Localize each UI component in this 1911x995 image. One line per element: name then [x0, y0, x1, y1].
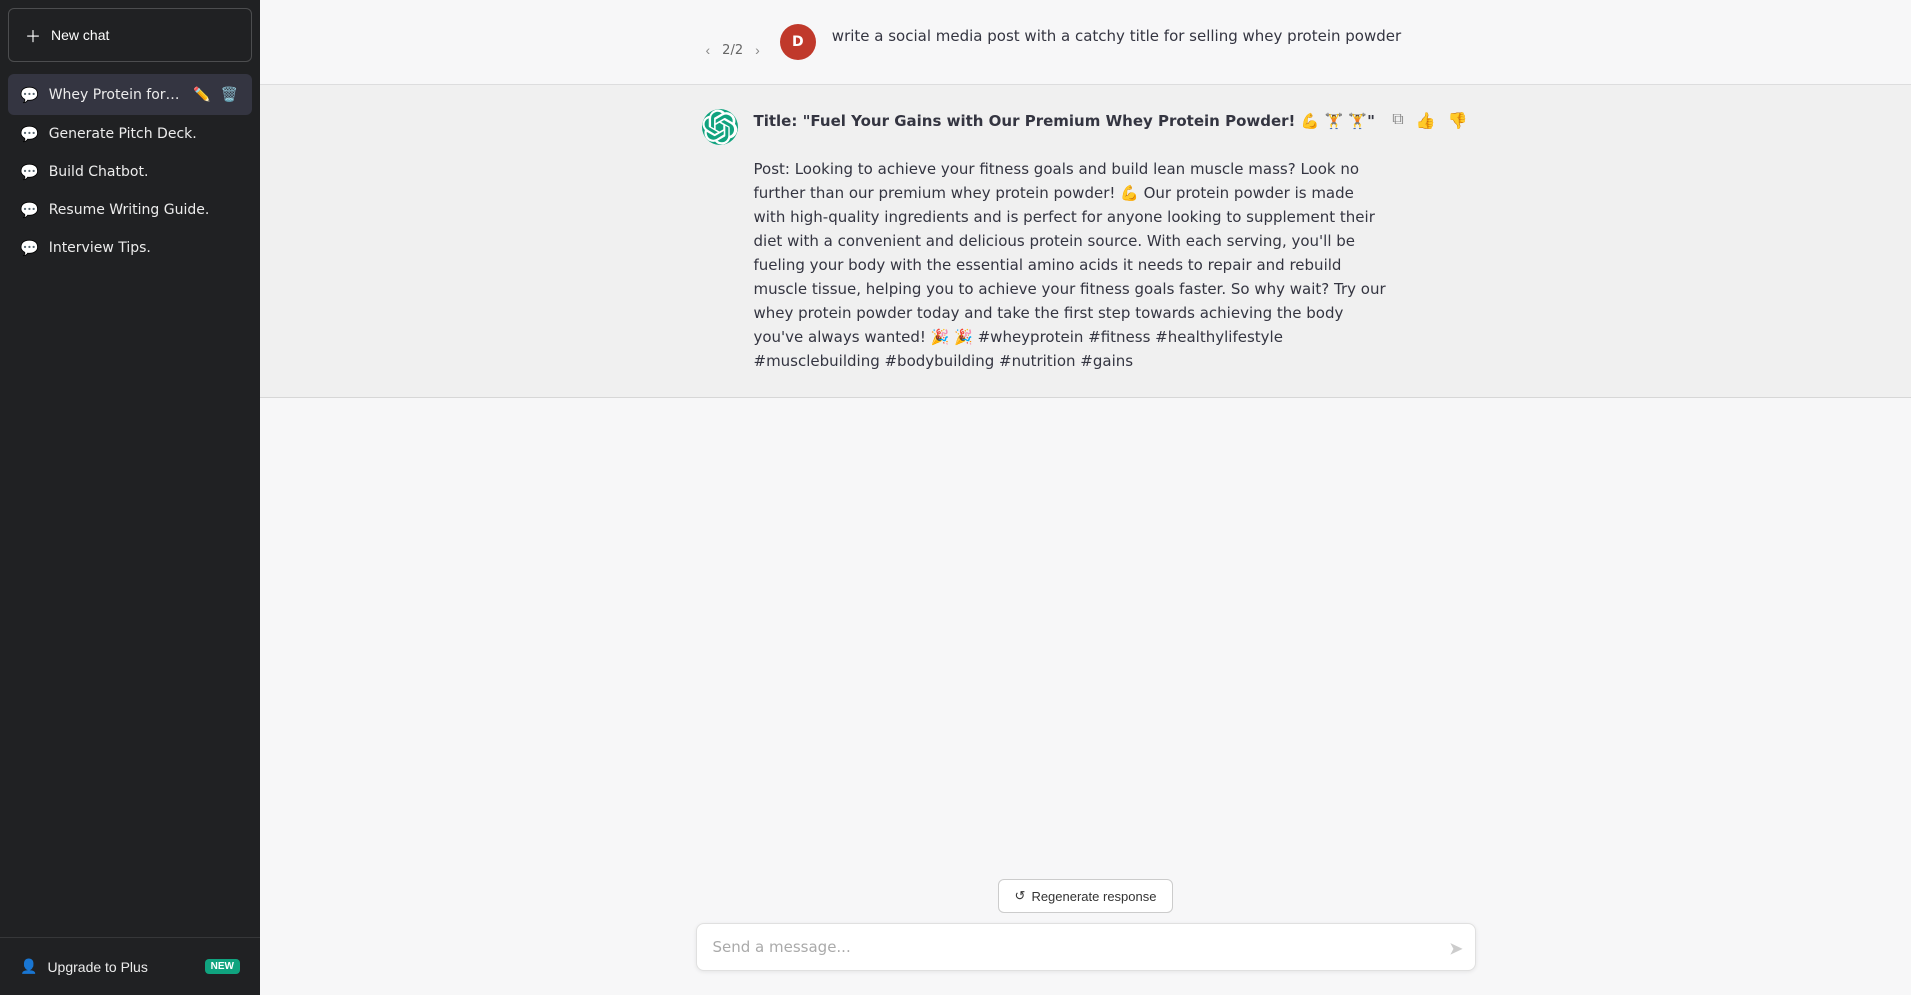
- delete-chat-button[interactable]: 🗑️: [219, 84, 240, 105]
- ai-avatar: [702, 109, 738, 145]
- next-page-button[interactable]: ›: [751, 40, 764, 60]
- main-content: ‹ 2/2 › D write a social media post with…: [260, 0, 1911, 995]
- regenerate-button[interactable]: ↺ Regenerate response: [998, 879, 1174, 913]
- sidebar-item-interview-tips[interactable]: 💬 Interview Tips.: [8, 229, 252, 267]
- chat-icon: 💬: [20, 201, 39, 219]
- user-message-block: ‹ 2/2 › D write a social media post with…: [260, 0, 1911, 85]
- chat-area: ‹ 2/2 › D write a social media post with…: [260, 0, 1911, 867]
- ai-message-text: Title: "Fuel Your Gains with Our Premium…: [754, 109, 1391, 373]
- sidebar-item-label: Generate Pitch Deck.: [49, 126, 240, 142]
- new-chat-button[interactable]: ＋ New chat: [8, 8, 252, 62]
- prev-page-button[interactable]: ‹: [702, 40, 715, 60]
- user-icon: 👤: [20, 958, 37, 975]
- plus-icon: ＋: [25, 23, 41, 47]
- new-chat-label: New chat: [51, 27, 109, 43]
- chat-icon: 💬: [20, 239, 39, 257]
- sidebar-item-resume-writing[interactable]: 💬 Resume Writing Guide.: [8, 191, 252, 229]
- sidebar-item-pitch-deck[interactable]: 💬 Generate Pitch Deck.: [8, 115, 252, 153]
- upgrade-button[interactable]: 👤 Upgrade to Plus NEW: [8, 948, 252, 985]
- sidebar-item-label: Interview Tips.: [49, 240, 240, 256]
- chat-input[interactable]: [696, 923, 1476, 971]
- pagination: ‹ 2/2 ›: [702, 24, 764, 60]
- sidebar-footer: 👤 Upgrade to Plus NEW: [0, 937, 260, 995]
- user-avatar: D: [780, 24, 816, 60]
- input-box-wrapper: ➤: [696, 923, 1476, 975]
- ai-message-content: Title: "Fuel Your Gains with Our Premium…: [754, 109, 1391, 373]
- ai-body: Post: Looking to achieve your fitness go…: [754, 160, 1386, 370]
- ai-message-wrapper: Title: "Fuel Your Gains with Our Premium…: [754, 109, 1470, 373]
- ai-title: Title: "Fuel Your Gains with Our Premium…: [754, 112, 1375, 130]
- sidebar-item-label: Whey Protein for Gains.: [49, 87, 181, 103]
- chat-icon: 💬: [20, 163, 39, 181]
- regenerate-icon: ↺: [1015, 888, 1026, 904]
- sidebar-item-label: Build Chatbot.: [49, 164, 240, 180]
- thumbs-up-button[interactable]: 👍: [1414, 109, 1438, 133]
- copy-button[interactable]: ⧉: [1390, 109, 1405, 131]
- sidebar-item-build-chatbot[interactable]: 💬 Build Chatbot.: [8, 153, 252, 191]
- regenerate-label: Regenerate response: [1031, 889, 1156, 904]
- send-button[interactable]: ➤: [1448, 939, 1463, 960]
- sidebar-item-label: Resume Writing Guide.: [49, 202, 240, 218]
- sidebar-item-whey-protein[interactable]: 💬 Whey Protein for Gains. ✏️ 🗑️: [8, 74, 252, 115]
- sidebar: ＋ New chat 💬 Whey Protein for Gains. ✏️ …: [0, 0, 260, 995]
- page-indicator: 2/2: [722, 43, 743, 58]
- edit-chat-button[interactable]: ✏️: [191, 84, 212, 105]
- user-message-text: write a social media post with a catchy …: [832, 24, 1470, 48]
- chat-icon: 💬: [20, 86, 39, 104]
- ai-message-actions: ⧉ 👍 👎: [1390, 109, 1469, 373]
- chat-icon: 💬: [20, 125, 39, 143]
- ai-message-block: Title: "Fuel Your Gains with Our Premium…: [260, 85, 1911, 398]
- input-area: ↺ Regenerate response ➤: [260, 867, 1911, 995]
- new-badge: NEW: [205, 959, 240, 974]
- upgrade-label: Upgrade to Plus: [47, 959, 147, 975]
- thumbs-down-button[interactable]: 👎: [1446, 109, 1470, 133]
- sidebar-nav: 💬 Whey Protein for Gains. ✏️ 🗑️ 💬 Genera…: [0, 70, 260, 937]
